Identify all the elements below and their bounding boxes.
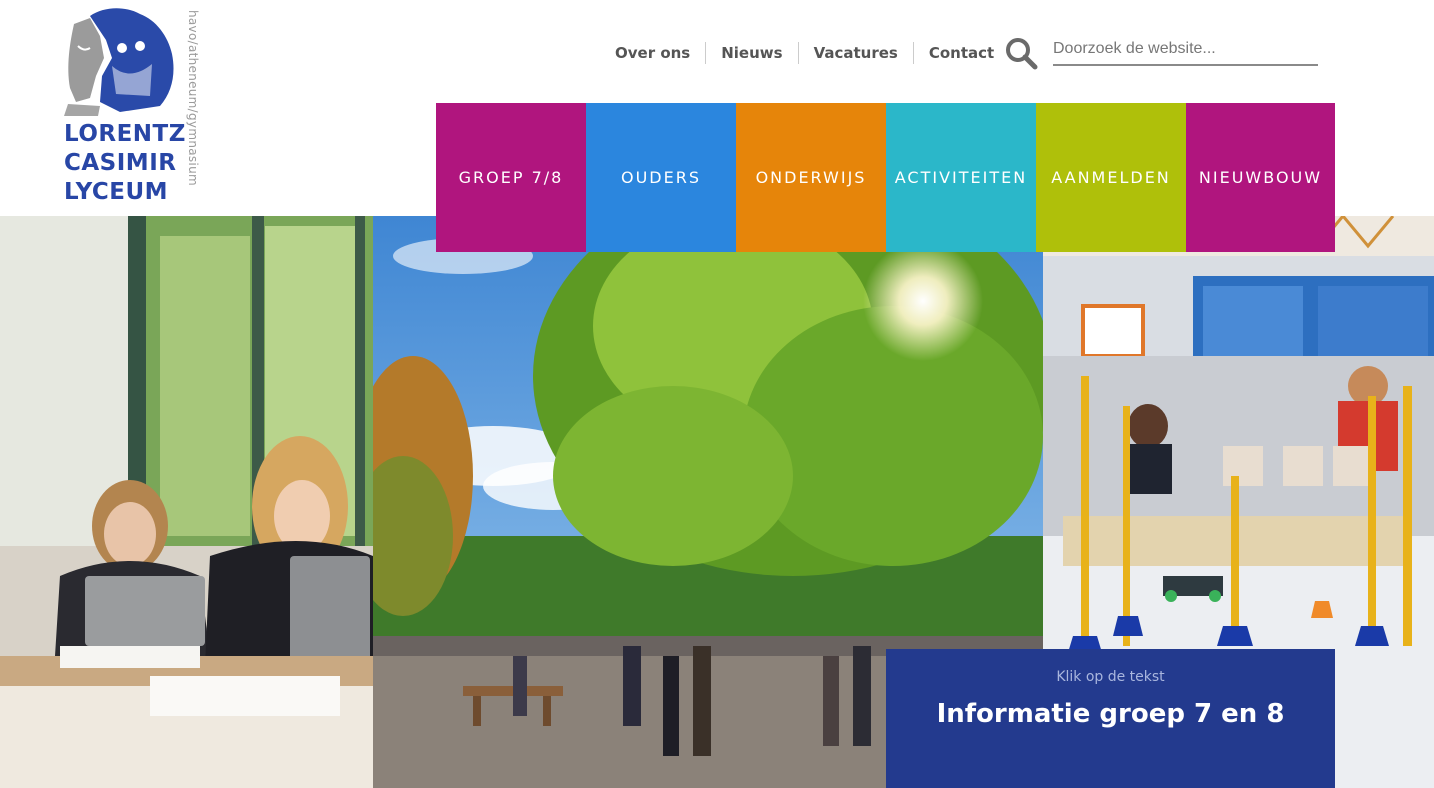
tile-label: GROEP 7/8 bbox=[458, 168, 564, 187]
nav-link-nieuws[interactable]: Nieuws bbox=[706, 42, 799, 64]
logo-tagline: havo/atheneum/gymnasium bbox=[186, 10, 200, 186]
tile-label: NIEUWBOUW bbox=[1198, 168, 1323, 187]
tile-label: ONDERWIJS bbox=[755, 168, 867, 187]
tile-onderwijs[interactable]: ONDERWIJS bbox=[736, 103, 886, 252]
logo-wordmark: LORENTZ CASIMIR LYCEUM bbox=[64, 120, 186, 207]
info-subtitle: Klik op de tekst bbox=[1056, 669, 1165, 685]
tile-groep-7-8[interactable]: GROEP 7/8 bbox=[436, 103, 586, 252]
search-bar bbox=[1002, 34, 1320, 70]
tile-label: AANMELDEN bbox=[1051, 168, 1171, 187]
tile-aanmelden[interactable]: AANMELDEN bbox=[1036, 103, 1186, 252]
logo-line: CASIMIR bbox=[64, 150, 177, 176]
photo-students-laptops bbox=[0, 216, 373, 788]
tile-ouders[interactable]: OUDERS bbox=[586, 103, 736, 252]
logo-line: LYCEUM bbox=[64, 179, 169, 205]
tile-activiteiten[interactable]: ACTIVITEITEN bbox=[886, 103, 1036, 252]
tile-label: OUDERS bbox=[620, 168, 701, 187]
portrait-logo-icon bbox=[64, 8, 174, 116]
nav-link-vacatures[interactable]: Vacatures bbox=[799, 42, 914, 64]
search-icon[interactable] bbox=[1004, 36, 1038, 70]
logo-line: LORENTZ bbox=[64, 121, 186, 147]
nav-link-over-ons[interactable]: Over ons bbox=[600, 42, 707, 64]
tile-label: ACTIVITEITEN bbox=[894, 168, 1028, 187]
tile-nieuwbouw[interactable]: NIEUWBOUW bbox=[1186, 103, 1335, 252]
top-navigation: Over ons Nieuws Vacatures Contact bbox=[600, 42, 1009, 64]
search-input[interactable] bbox=[1053, 38, 1318, 66]
info-groep-7-8-box[interactable]: Klik op de tekst Informatie groep 7 en 8 bbox=[886, 649, 1335, 788]
info-title: Informatie groep 7 en 8 bbox=[936, 699, 1285, 729]
main-menu-tiles: GROEP 7/8 OUDERS ONDERWIJS ACTIVITEITEN … bbox=[436, 103, 1335, 252]
nav-link-contact[interactable]: Contact bbox=[914, 42, 1009, 64]
